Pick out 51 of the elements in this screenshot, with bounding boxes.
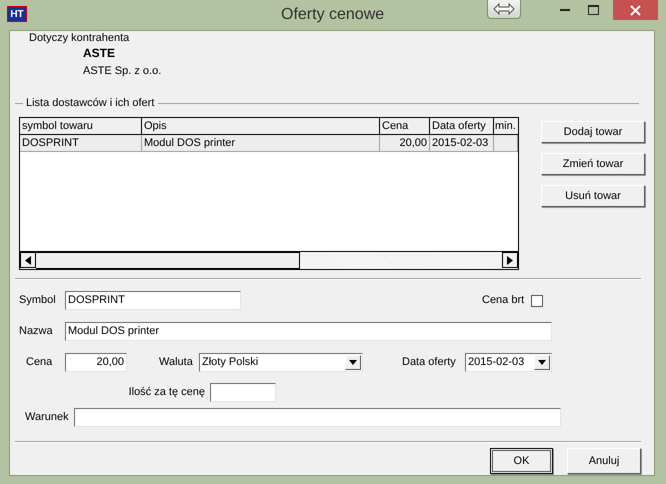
scroll-left-button[interactable]: [20, 252, 36, 268]
symbol-field[interactable]: DOSPRINT: [65, 291, 241, 310]
condition-field[interactable]: [74, 408, 561, 427]
right-arrow-icon: [507, 256, 513, 264]
field-label: Nazwa: [19, 324, 54, 339]
field-label: Warunek: [24, 410, 70, 425]
table-row[interactable]: DOSPRINT Modul DOS printer 20,00 2015-02-03: [20, 135, 518, 152]
dialog-button[interactable]: Anuluj: [567, 448, 641, 474]
field-label: Symbol: [19, 293, 57, 308]
resize-button[interactable]: [487, 0, 521, 19]
side-button[interactable]: Usuń towar: [541, 185, 645, 207]
minimize-icon: [560, 8, 570, 12]
column-header[interactable]: Cena: [380, 118, 430, 135]
maximize-icon: [588, 5, 598, 15]
field-label: Waluta: [159, 355, 194, 370]
quantity-field[interactable]: [210, 383, 276, 402]
double-arrow-icon: [493, 3, 515, 15]
contractor-code: ASTE: [82, 46, 116, 61]
field-label: Ilość za tę cenę: [128, 385, 206, 400]
checkbox[interactable]: [531, 294, 544, 306]
name-field[interactable]: Modul DOS printer: [65, 322, 552, 341]
contractor-name: ASTE Sp. z o.o.: [82, 64, 162, 79]
dialog-button[interactable]: OK: [490, 448, 553, 474]
dropdown-arrow-icon: [349, 360, 357, 365]
column-header[interactable]: symbol towaru: [20, 118, 142, 135]
group-title: Lista dostawców i ich ofert: [26, 96, 154, 111]
app-icon: HT: [7, 6, 27, 22]
column-header[interactable]: Opis: [142, 118, 380, 135]
scroll-thumb[interactable]: [36, 252, 300, 269]
left-arrow-icon: [25, 256, 31, 264]
offer-date-dropdown[interactable]: 2015-02-03: [465, 353, 552, 372]
currency-dropdown[interactable]: Złoty Polski: [199, 353, 363, 372]
table-cell: DOSPRINT: [20, 135, 142, 152]
side-button[interactable]: Dodaj towar: [541, 121, 645, 143]
checkbox-label: Cena brt: [482, 293, 524, 308]
column-header[interactable]: min.: [494, 118, 518, 135]
contractor-label: Dotyczy kontrahenta: [29, 31, 130, 46]
scroll-right-button[interactable]: [502, 252, 518, 268]
field-label: Data oferty: [402, 355, 457, 370]
side-button[interactable]: Zmień towar: [541, 153, 645, 175]
window-title: Oferty cenowe: [281, 6, 384, 24]
field-label: Cena: [25, 355, 54, 370]
column-header[interactable]: Data oferty: [430, 118, 494, 135]
close-icon: [630, 4, 641, 16]
dropdown-arrow-icon: [538, 360, 546, 365]
horizontal-scrollbar[interactable]: [20, 251, 518, 269]
table-cell: 2015-02-03: [430, 135, 494, 152]
table-cell: Modul DOS printer: [142, 135, 380, 152]
table-cell: 20,00: [380, 135, 430, 152]
close-button[interactable]: [613, 0, 658, 20]
price-field[interactable]: 20,00: [65, 353, 127, 372]
